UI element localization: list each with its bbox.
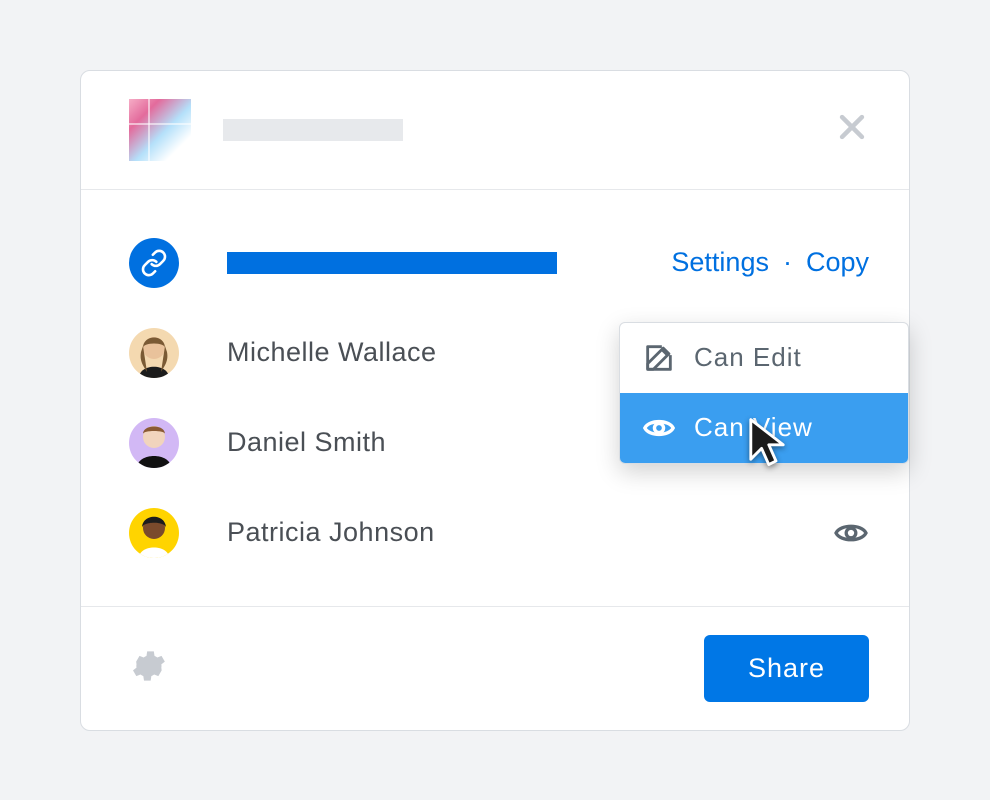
file-thumbnail [129,99,191,161]
link-settings[interactable]: Settings [671,247,769,278]
link-icon [129,238,179,288]
person-name: Patricia Johnson [227,517,435,548]
edit-icon [642,341,676,375]
dialog-body: Settings · Copy Michelle Wallace [81,190,909,607]
permission-indicator[interactable] [833,515,869,551]
dialog-header [81,71,909,190]
avatar [129,418,179,468]
share-button[interactable]: Share [704,635,869,702]
eye-icon [833,515,869,551]
cursor-icon [745,416,789,475]
avatar [129,328,179,378]
share-dialog: Settings · Copy Michelle Wallace [80,70,910,731]
link-actions: Settings · Copy [671,247,869,278]
separator-dot: · [783,247,792,278]
person-row: Patricia Johnson [129,488,869,578]
link-copy[interactable]: Copy [806,247,869,278]
share-link-row: Settings · Copy [129,218,869,308]
dialog-footer: Share [81,607,909,730]
link-url-placeholder [227,252,557,274]
close-icon [835,110,869,144]
file-title-placeholder [223,119,403,141]
gear-icon [129,646,169,686]
avatar [129,508,179,558]
permission-option-edit[interactable]: Can Edit [620,323,908,393]
settings-button[interactable] [129,646,169,691]
eye-icon [642,411,676,445]
close-button[interactable] [835,110,869,149]
person-name: Michelle Wallace [227,337,437,368]
permission-option-label: Can Edit [694,342,802,373]
person-name: Daniel Smith [227,427,386,458]
